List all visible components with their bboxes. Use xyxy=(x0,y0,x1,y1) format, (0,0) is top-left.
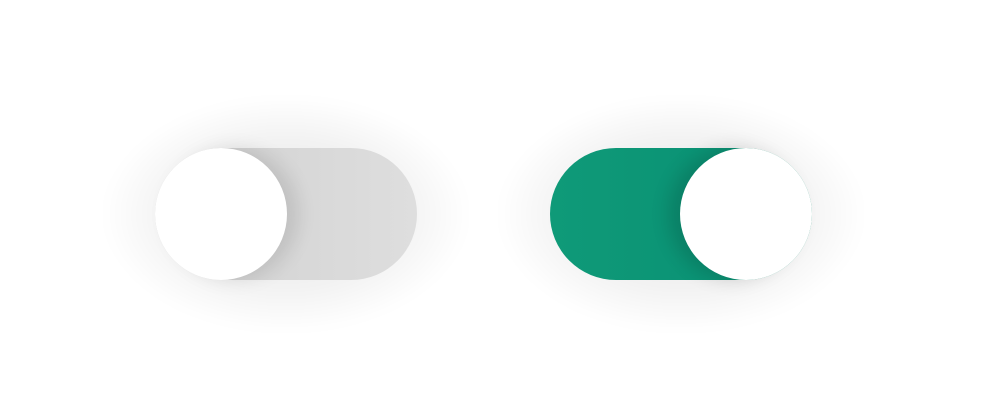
toggle-knob[interactable] xyxy=(155,148,287,280)
toggle-switch-on[interactable] xyxy=(500,98,862,330)
toggle-knob[interactable] xyxy=(680,148,812,280)
toggle-switch-off[interactable] xyxy=(105,98,467,330)
